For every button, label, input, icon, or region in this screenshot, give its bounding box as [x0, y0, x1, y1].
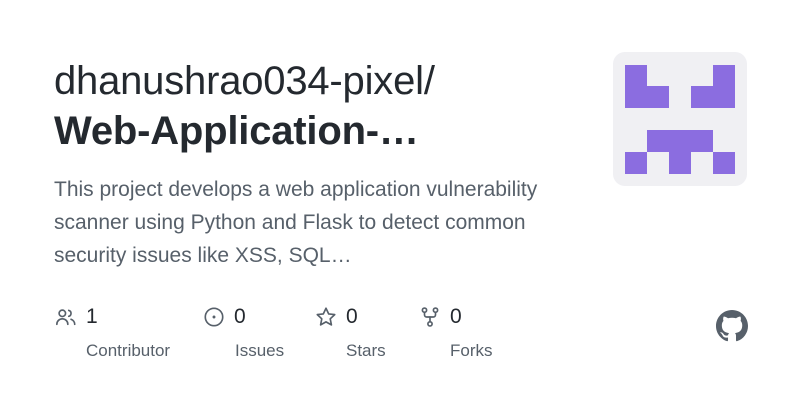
- repo-social-card: dhanushrao034-pixel/ Web-Application-… T…: [0, 0, 800, 400]
- identicon-icon: [625, 65, 735, 174]
- stat-issues-label: Issues: [235, 341, 285, 360]
- stat-issues[interactable]: 0 Issues: [202, 302, 284, 361]
- stat-forks-value: 0: [450, 305, 462, 328]
- repo-name[interactable]: Web-Application-…: [54, 106, 594, 156]
- github-mark-icon[interactable]: [716, 310, 748, 342]
- issue-circle-icon: [202, 305, 226, 329]
- stat-stars-value: 0: [346, 305, 358, 328]
- stat-contributors[interactable]: 1 Contributor: [54, 302, 170, 361]
- repo-owner[interactable]: dhanushrao034-pixel/: [54, 56, 594, 106]
- fork-icon: [418, 305, 442, 329]
- stat-stars[interactable]: 0 Stars: [314, 302, 386, 361]
- stat-issues-value: 0: [234, 305, 246, 328]
- owner-avatar[interactable]: [613, 52, 747, 186]
- stat-contributors-label: Contributor: [86, 341, 171, 360]
- star-icon: [314, 305, 338, 329]
- stat-contributors-value: 1: [86, 305, 98, 328]
- people-icon: [54, 305, 78, 329]
- stat-forks[interactable]: 0 Forks: [418, 302, 493, 361]
- repo-title[interactable]: dhanushrao034-pixel/ Web-Application-…: [54, 56, 594, 156]
- stat-forks-label: Forks: [450, 341, 493, 360]
- stat-stars-label: Stars: [346, 341, 386, 360]
- repo-description: This project develops a web application …: [54, 178, 538, 267]
